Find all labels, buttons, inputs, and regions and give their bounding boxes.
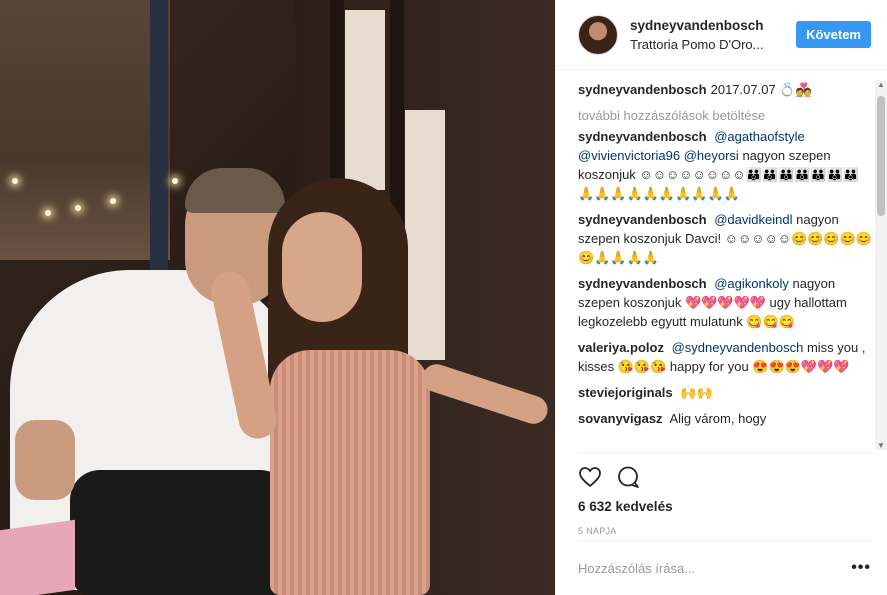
post-date: 5 NAPJA bbox=[578, 526, 617, 536]
list-item: sydneyvandenbosch @davidkeindl nagyon sz… bbox=[578, 210, 873, 267]
comment-author[interactable]: sovanyvigasz bbox=[578, 411, 663, 426]
photo-man-shorts bbox=[70, 470, 290, 595]
avatar[interactable] bbox=[578, 14, 618, 55]
photo-window-bg bbox=[0, 0, 170, 260]
list-item: valeriya.poloz @sydneyvandenbosch miss y… bbox=[578, 338, 873, 376]
likes-count[interactable]: 6 632 kedvelés bbox=[578, 499, 871, 514]
photo-woman-face bbox=[282, 212, 362, 322]
photo-light bbox=[110, 198, 116, 204]
list-item: sydneyvandenbosch @agikonkoly nagyon sze… bbox=[578, 274, 873, 331]
header-text: sydneyvandenbosch Trattoria Pomo D'Oro..… bbox=[630, 18, 796, 52]
post-photo[interactable] bbox=[0, 0, 555, 595]
caption-text: 2017.07.07 💍💑 bbox=[710, 82, 812, 97]
comment-mention[interactable]: @heyorsi bbox=[684, 148, 739, 163]
photo-man-arm bbox=[15, 420, 75, 500]
comment-author[interactable]: sydneyvandenbosch bbox=[578, 129, 707, 144]
comment-input[interactable] bbox=[578, 560, 852, 576]
post-sidebar: sydneyvandenbosch Trattoria Pomo D'Oro..… bbox=[555, 0, 887, 595]
list-item: steviejoriginals 🙌🙌 bbox=[578, 383, 873, 402]
photo-pillar bbox=[150, 0, 168, 270]
comment-author[interactable]: sydneyvandenbosch bbox=[578, 276, 707, 291]
comment-mention[interactable]: @vivienvictoria96 bbox=[578, 148, 680, 163]
comment-mention[interactable]: @sydneyvandenbosch bbox=[672, 340, 804, 355]
header-location[interactable]: Trattoria Pomo D'Oro... bbox=[630, 37, 780, 52]
instagram-post: sydneyvandenbosch Trattoria Pomo D'Oro..… bbox=[0, 0, 887, 595]
comment-author[interactable]: sydneyvandenbosch bbox=[578, 82, 707, 97]
caption: sydneyvandenbosch 2017.07.07 💍💑 bbox=[578, 80, 873, 99]
photo-napkin bbox=[0, 519, 75, 595]
header-username[interactable]: sydneyvandenbosch bbox=[630, 18, 796, 33]
comment-mention[interactable]: @agathaofstyle bbox=[714, 129, 805, 144]
comment-icon[interactable] bbox=[616, 465, 640, 489]
photo-light bbox=[12, 178, 18, 184]
photo-light bbox=[172, 178, 178, 184]
heart-icon[interactable] bbox=[578, 465, 602, 489]
more-options-icon[interactable]: ••• bbox=[851, 559, 871, 577]
scroll-down-icon[interactable]: ▼ bbox=[877, 441, 885, 450]
comments-list[interactable]: sydneyvandenbosch 2017.07.07 💍💑 további h… bbox=[578, 80, 873, 450]
comment-text: Alig várom, hogy bbox=[669, 411, 767, 426]
follow-button[interactable]: Követem bbox=[796, 21, 871, 48]
comment-author[interactable]: valeriya.poloz bbox=[578, 340, 664, 355]
photo-panel bbox=[405, 110, 445, 360]
scroll-up-icon[interactable]: ▲ bbox=[877, 80, 885, 89]
photo-light bbox=[75, 205, 81, 211]
load-more-link[interactable]: további hozzászólások betöltése bbox=[578, 106, 873, 125]
photo-man-hair bbox=[185, 168, 285, 213]
list-item: sydneyvandenbosch @agathaofstyle @vivien… bbox=[578, 127, 873, 203]
action-icons bbox=[578, 463, 871, 491]
post-header: sydneyvandenbosch Trattoria Pomo D'Oro..… bbox=[556, 0, 887, 70]
scrollbar-thumb[interactable] bbox=[877, 96, 885, 216]
comment-text: 🙌🙌 bbox=[680, 385, 713, 400]
comments-scrollbar[interactable]: ▲ ▼ bbox=[875, 80, 887, 450]
comment-mention[interactable]: @agikonkoly bbox=[714, 276, 789, 291]
comment-author[interactable]: steviejoriginals bbox=[578, 385, 673, 400]
photo-woman-dress bbox=[270, 350, 430, 595]
post-actions: 6 632 kedvelés 5 NAPJA bbox=[578, 452, 871, 536]
add-comment-bar: ••• bbox=[578, 540, 871, 595]
list-item: sovanyvigasz Alig várom, hogy bbox=[578, 409, 873, 428]
photo-panel bbox=[345, 10, 385, 190]
comment-mention[interactable]: @davidkeindl bbox=[714, 212, 792, 227]
comment-author[interactable]: sydneyvandenbosch bbox=[578, 212, 707, 227]
photo-light bbox=[45, 210, 51, 216]
